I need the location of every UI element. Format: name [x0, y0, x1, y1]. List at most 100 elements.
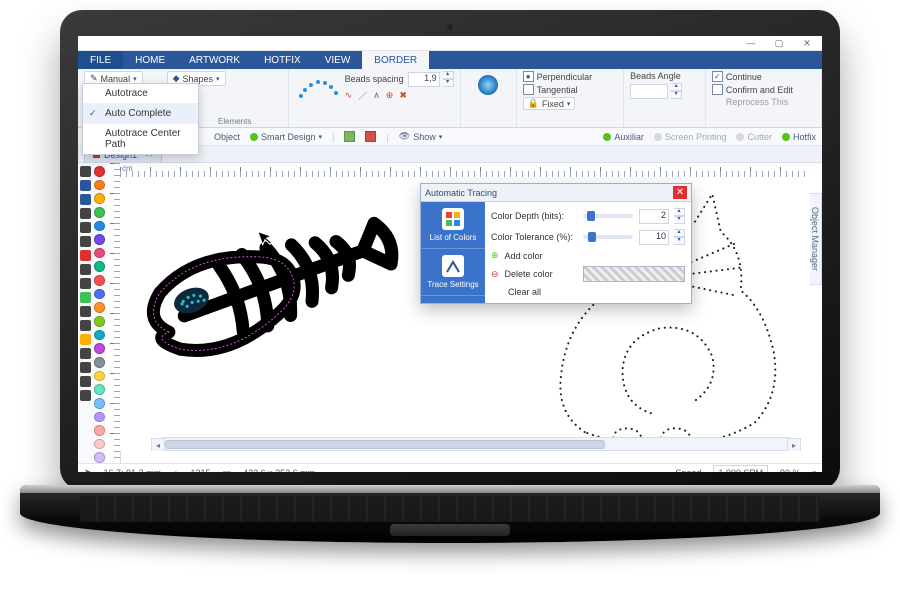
tool-button[interactable] [80, 166, 91, 177]
menu-item-autotrace-center-path[interactable]: Autotrace Center Path [83, 123, 198, 154]
color-b-swatch[interactable] [365, 131, 376, 142]
window-minimize-button[interactable]: — [740, 38, 762, 48]
scroll-left-button[interactable]: ◂ [151, 438, 165, 451]
tool-button[interactable] [80, 250, 91, 261]
palette-swatch[interactable] [94, 275, 105, 286]
color-tolerance-spinner[interactable]: ▴▾ [674, 229, 685, 245]
add-color-button[interactable]: Add color [505, 251, 543, 261]
tool-button[interactable] [80, 194, 91, 205]
palette-swatch[interactable] [94, 166, 105, 177]
window-close-button[interactable]: ✕ [796, 38, 818, 48]
color-depth-value[interactable]: 2 [639, 209, 669, 224]
fish-artwork[interactable] [128, 187, 408, 437]
tool-button[interactable] [80, 348, 91, 359]
tool-button[interactable] [80, 264, 91, 275]
confirm-edit-checkbox[interactable]: Confirm and Edit [712, 84, 815, 95]
palette-swatch[interactable] [94, 248, 105, 259]
curve-tool-icon[interactable]: ∿ [345, 90, 353, 101]
palette-swatch[interactable] [94, 343, 105, 354]
hotfix-toggle[interactable]: Hotfix [782, 132, 816, 142]
palette-swatch[interactable] [94, 398, 105, 409]
canvas[interactable]: Automatic Tracing ✕ List of Colors [120, 177, 810, 451]
palette-swatch[interactable] [94, 371, 105, 382]
tool-button[interactable] [80, 292, 91, 303]
delete-color-button[interactable]: Delete color [505, 269, 553, 279]
smart-design-button[interactable]: Smart Design ▾ [250, 132, 322, 142]
tool-button[interactable] [80, 180, 91, 191]
angle-tool-icon[interactable]: ∧ [373, 90, 380, 101]
palette-swatch[interactable] [94, 439, 105, 450]
file-tab[interactable]: FILE [78, 51, 123, 69]
tool-button[interactable] [80, 320, 91, 331]
palette-swatch[interactable] [94, 221, 105, 232]
beads-spacing-input[interactable]: 1,9 [408, 72, 440, 87]
menu-item-autotrace[interactable]: Autotrace [83, 84, 198, 103]
horizontal-scrollbar[interactable]: ◂ ▸ [162, 437, 790, 451]
zoom-value: 90 % [780, 468, 801, 473]
fixed-dropdown[interactable]: 🔒 Fixed ▾ [523, 97, 576, 110]
line-tool-icon[interactable]: ／ [358, 89, 367, 102]
color-tolerance-slider[interactable] [583, 235, 633, 239]
tab-view[interactable]: VIEW [313, 51, 363, 69]
delete-icon[interactable]: ⊖ [491, 269, 499, 280]
auxiliar-toggle[interactable]: Auxiliar [603, 132, 644, 142]
beads-spacing-spinner[interactable]: ▴▾ [443, 71, 454, 87]
tool-button[interactable] [80, 376, 91, 387]
dialog-tab-trace-settings[interactable]: Trace Settings [421, 249, 485, 296]
tool-button[interactable] [80, 306, 91, 317]
tab-artwork[interactable]: ARTWORK [177, 51, 252, 69]
cutter-toggle[interactable]: Cutter [736, 132, 772, 142]
delete-node-icon[interactable]: ✖ [399, 90, 407, 101]
palette-swatch[interactable] [94, 289, 105, 300]
tool-button[interactable] [80, 222, 91, 233]
palette-swatch[interactable] [94, 180, 105, 191]
beads-angle-input[interactable] [630, 84, 668, 99]
palette-swatch[interactable] [94, 412, 105, 423]
status-dot-icon [654, 133, 662, 141]
palette-swatch[interactable] [94, 452, 105, 463]
scroll-thumb[interactable] [165, 440, 605, 449]
palette-swatch[interactable] [94, 302, 105, 313]
color-a-swatch[interactable] [344, 131, 355, 142]
palette-swatch[interactable] [94, 330, 105, 341]
color-depth-slider[interactable] [583, 214, 633, 218]
beads-angle-spinner[interactable]: ▴▾ [671, 83, 682, 99]
tab-home[interactable]: HOME [123, 51, 177, 69]
color-tolerance-value[interactable]: 10 [639, 230, 669, 245]
line-fill-button[interactable] [474, 71, 502, 99]
show-dropdown[interactable]: 👁 Show ▾ [399, 131, 442, 142]
window-maximize-button[interactable]: ▢ [768, 38, 790, 48]
tool-button[interactable] [80, 362, 91, 373]
tab-border[interactable]: BORDER [362, 51, 429, 69]
add-icon[interactable]: ⊕ [491, 250, 499, 261]
palette-swatch[interactable] [94, 425, 105, 436]
status-bead-count: 1315 [191, 468, 211, 473]
scroll-right-button[interactable]: ▸ [787, 438, 801, 451]
tool-button[interactable] [80, 334, 91, 345]
object-manager-tab[interactable]: Object Manager [808, 193, 822, 285]
palette-swatch[interactable] [94, 357, 105, 368]
palette-swatch[interactable] [94, 316, 105, 327]
palette-swatch[interactable] [94, 234, 105, 245]
screen-printing-toggle[interactable]: Screen Printing [654, 132, 727, 142]
tool-button[interactable] [80, 236, 91, 247]
zoom-dropdown-icon[interactable]: ▾ [812, 469, 816, 473]
palette-swatch[interactable] [94, 261, 105, 272]
dialog-tab-list-of-colors[interactable]: List of Colors [421, 202, 485, 249]
tool-button[interactable] [80, 390, 91, 401]
menu-item-auto-complete[interactable]: Auto Complete [83, 103, 198, 123]
speed-field[interactable]: 1.000 SPM [713, 465, 768, 472]
tool-button[interactable] [80, 208, 91, 219]
continue-checkbox[interactable]: ✓Continue [712, 71, 815, 82]
tangential-option[interactable]: Tangential [523, 84, 618, 95]
palette-swatch[interactable] [94, 207, 105, 218]
palette-swatch[interactable] [94, 384, 105, 395]
color-depth-spinner[interactable]: ▴▾ [674, 208, 685, 224]
tab-hotfix[interactable]: HOTFIX [252, 51, 313, 69]
palette-swatch[interactable] [94, 193, 105, 204]
perpendicular-option[interactable]: ●Perpendicular [523, 71, 618, 82]
clear-all-button[interactable]: Clear all [508, 287, 541, 297]
tool-button[interactable] [80, 278, 91, 289]
node-tool-icon[interactable]: ⊕ [386, 90, 394, 101]
dialog-close-button[interactable]: ✕ [673, 186, 687, 199]
